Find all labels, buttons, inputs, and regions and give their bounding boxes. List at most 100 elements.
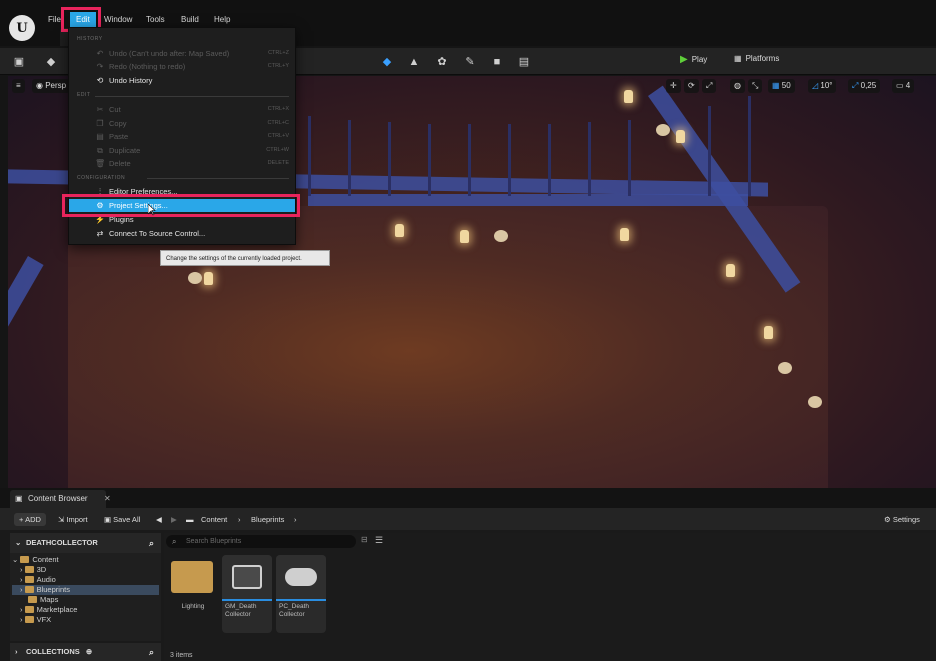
content-browser-tab[interactable]: ▣ Content Browser ✕	[10, 490, 111, 508]
blueprints-icon[interactable]: ■	[490, 55, 504, 69]
menu-tools[interactable]: Tools	[146, 14, 165, 26]
menu-item-copy[interactable]: ❐ Copy CTRL+C	[69, 117, 295, 130]
add-button[interactable]: + ADD	[14, 513, 46, 526]
foliage-icon[interactable]: ✿	[435, 55, 449, 69]
asset-tile-gm-death-collector[interactable]: GM_Death Collector	[222, 555, 272, 633]
tree-item-blueprints[interactable]: › Blueprints	[12, 585, 159, 595]
candle	[726, 264, 735, 277]
surface-snap-icon[interactable]: ⤡	[748, 79, 763, 93]
folder-thumbnail	[167, 555, 217, 599]
fence-post	[628, 120, 631, 196]
scale-snap-button[interactable]: ⤢ 0,25	[848, 79, 881, 93]
save-icon[interactable]: ▣	[12, 55, 26, 69]
menu-item-plugins[interactable]: ⚡ Plugins	[69, 213, 295, 226]
create-icon[interactable]: ◆	[44, 55, 58, 69]
menu-item-project-settings[interactable]: ⚙ Project Settings...	[69, 199, 295, 212]
filter-icon[interactable]: ☰	[375, 535, 383, 546]
tree-item-vfx[interactable]: › VFX	[20, 615, 161, 625]
history-forward-icon[interactable]: ▶	[171, 513, 177, 526]
menu-item-cut[interactable]: ✂ Cut CTRL+X	[69, 103, 295, 116]
menu-window[interactable]: Window	[104, 14, 132, 26]
sources-header[interactable]: ⌄ DEATHCOLLECTOR ⌕	[10, 533, 161, 553]
menu-item-source-control[interactable]: ⇄ Connect To Source Control...	[69, 227, 295, 240]
history-back-icon[interactable]: ◀	[156, 513, 162, 526]
asset-label: GM_Death Collector	[225, 603, 257, 618]
rotation-snap-button[interactable]: ◿ 10°	[808, 79, 837, 93]
paste-icon: ▤	[96, 132, 104, 141]
inner-wall	[308, 194, 748, 206]
menu-build[interactable]: Build	[181, 14, 199, 26]
play-icon: ▶	[680, 54, 688, 65]
play-label: Play	[691, 55, 708, 64]
landscape-icon[interactable]: ▲	[407, 55, 421, 69]
menu-item-editor-preferences[interactable]: ⫶ Editor Preferences...	[69, 185, 295, 198]
asset-label: PC_Death Collector	[279, 603, 309, 618]
breadcrumb-separator-icon: ›	[238, 515, 241, 524]
tree-item-content[interactable]: ⌄ Content	[12, 555, 161, 565]
viewport-menu-icon[interactable]: ≡	[12, 79, 25, 93]
menu-item-undo-history[interactable]: ⟲ Undo History	[69, 74, 295, 87]
camera-speed-button[interactable]: ▭ 4	[892, 79, 915, 93]
menu-item-redo[interactable]: ↷ Redo (Nothing to redo) CTRL+Y	[69, 60, 295, 73]
add-collection-icon[interactable]: ⊕	[86, 647, 92, 656]
import-button[interactable]: ⇲ Import	[58, 513, 88, 526]
select-mode-icon[interactable]: ◆	[380, 55, 394, 69]
fence-post	[748, 96, 751, 196]
menu-edit[interactable]: Edit	[70, 12, 96, 28]
tree-item-marketplace[interactable]: › Marketplace	[20, 605, 161, 615]
gamepad-icon	[285, 568, 317, 586]
shortcut-label: CTRL+V	[267, 133, 289, 139]
menu-item-undo[interactable]: ↶ Undo (Can't undo after: Map Saved) CTR…	[69, 47, 295, 60]
breadcrumb-content[interactable]: Content	[201, 513, 227, 526]
fence-post	[548, 124, 551, 196]
platforms-icon: ▦	[734, 54, 742, 63]
tree-item-audio[interactable]: › Audio	[20, 575, 161, 585]
mesh-paint-icon[interactable]: ✎	[463, 55, 477, 69]
content-browser-tab-label: Content Browser	[28, 494, 88, 503]
tree-item-3d[interactable]: › 3D	[20, 565, 161, 575]
menu-item-delete[interactable]: 🗑 Delete DELETE	[69, 157, 295, 170]
skull	[778, 362, 792, 374]
skull	[188, 272, 202, 284]
save-all-button[interactable]: ▣ Save All	[104, 513, 140, 526]
play-button[interactable]: ▶ Play	[680, 54, 707, 65]
collections-header[interactable]: › COLLECTIONS ⊕ ⌕	[10, 643, 161, 661]
world-icon[interactable]: ◍	[730, 79, 745, 93]
scale-icon[interactable]: ⤢	[702, 79, 717, 93]
search-input[interactable]: ⌕ Search Blueprints	[166, 535, 356, 548]
grid-snap-value: 50	[781, 81, 791, 90]
chevron-right-icon: ›	[20, 575, 25, 584]
platforms-button[interactable]: ▦ Platforms	[734, 54, 779, 63]
breadcrumb-blueprints[interactable]: Blueprints	[251, 513, 284, 526]
menu-help[interactable]: Help	[214, 14, 230, 26]
menu-file[interactable]: File	[48, 14, 61, 26]
search-icon[interactable]: ⌕	[149, 533, 154, 553]
unreal-logo[interactable]: U	[9, 15, 35, 41]
settings-button[interactable]: ⚙ Settings	[884, 513, 920, 526]
search-icon[interactable]: ⌕	[149, 643, 154, 661]
menu-item-duplicate[interactable]: ⧉ Duplicate CTRL+W	[69, 144, 295, 157]
project-settings-tooltip: Change the settings of the currently loa…	[160, 250, 330, 266]
menu-item-label: Connect To Source Control...	[109, 229, 206, 238]
search-placeholder: Search Blueprints	[186, 538, 242, 545]
close-icon[interactable]: ✕	[104, 490, 111, 508]
asset-type-bar	[222, 599, 272, 601]
skull	[656, 124, 670, 136]
fence-post	[588, 122, 591, 196]
cinematics-icon[interactable]: ▤	[517, 55, 531, 69]
fence-post	[428, 124, 431, 196]
asset-tile-lighting[interactable]: Lighting	[167, 555, 217, 633]
folder-icon	[20, 556, 30, 563]
grid-snap-button[interactable]: ▦ 50	[768, 79, 795, 93]
shortcut-label: CTRL+X	[267, 106, 289, 112]
save-search-icon[interactable]: ⊟	[361, 535, 368, 544]
source-control-icon: ⇄	[96, 229, 104, 238]
menu-item-paste[interactable]: ▤ Paste CTRL+V	[69, 130, 295, 143]
tree-item-maps[interactable]: Maps	[28, 595, 161, 605]
menu-item-label: Undo (Can't undo after: Map Saved)	[109, 49, 230, 58]
translate-icon[interactable]: ✛	[666, 79, 681, 93]
perspective-button[interactable]: ◉ Persp	[32, 79, 71, 93]
asset-tile-pc-death-collector[interactable]: PC_Death Collector	[276, 555, 326, 633]
camera-icon: ▭	[896, 81, 906, 90]
rotate-icon[interactable]: ⟳	[684, 79, 699, 93]
